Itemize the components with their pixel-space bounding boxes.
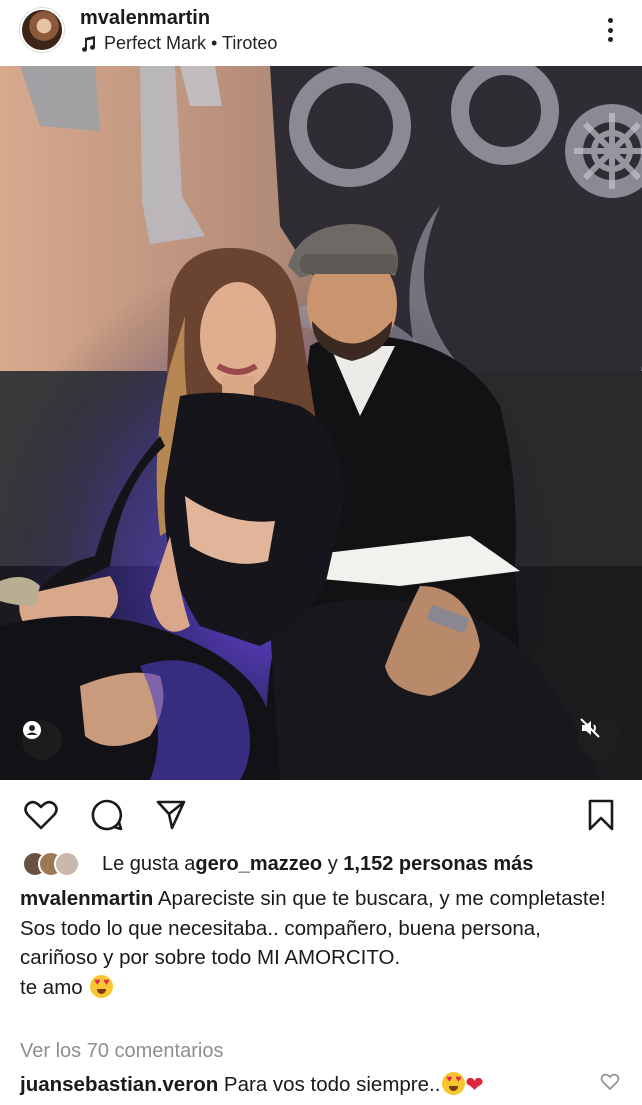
caption-line-2: Sos todo lo que necesitaba.. compañero, … [20,916,541,970]
caption-username[interactable]: mvalenmartin [20,887,153,910]
heart-eyes-emoji-icon [442,1072,466,1095]
comment-row: juansebastian.veron Para vos todo siempr… [20,1071,600,1099]
likes-prefix: Le gusta a [102,852,196,875]
share-button[interactable] [152,796,190,834]
avatar[interactable] [20,8,64,52]
heart-outline-icon [24,800,58,830]
heart-eyes-emoji-icon [90,974,114,998]
more-vertical-icon [607,18,613,23]
post-caption: mvalenmartin Apareciste sin que te busca… [20,884,620,1002]
avatar [54,851,80,877]
post-photo[interactable] [0,66,642,780]
likes-summary[interactable]: Le gusta a gero_mazzeo y 1,152 personas … [22,850,533,878]
likes-user[interactable]: gero_mazzeo [195,853,322,876]
comment-like-icon[interactable] [600,1072,620,1092]
speaker-muted-icon [580,718,600,738]
music-info[interactable]: Perfect Mark • Tiroteo [80,33,277,54]
comment-text: Para vos todo siempre.. [218,1073,441,1096]
likes-middle: y [322,852,344,875]
bookmark-icon [588,799,614,831]
comment-button[interactable] [88,796,126,834]
music-label: Perfect Mark • Tiroteo [104,33,278,53]
user-tag-button[interactable] [22,720,62,760]
view-comments-link[interactable]: Ver los 70 comentarios [20,1040,223,1063]
save-button[interactable] [582,796,620,834]
comment-icon [91,799,123,831]
comment-username[interactable]: juansebastian.veron [20,1073,218,1096]
liker-avatars [22,851,92,877]
music-note-icon [82,35,95,52]
user-tag-icon [23,721,41,739]
post-username[interactable]: mvalenmartin [80,7,210,30]
action-bar [0,790,642,840]
red-heart-emoji-icon: ❤ [465,1072,484,1097]
more-options-button[interactable] [600,16,620,44]
mute-button[interactable] [578,716,622,760]
caption-line-1: Apareciste sin que te buscara, y me comp… [153,887,606,910]
like-button[interactable] [22,796,60,834]
send-icon [156,800,186,830]
likes-count[interactable]: 1,152 personas más [343,853,533,876]
post-header: mvalenmartin Perfect Mark • Tiroteo [0,0,642,66]
caption-line-3: te amo [20,975,89,999]
post-image [0,66,642,780]
